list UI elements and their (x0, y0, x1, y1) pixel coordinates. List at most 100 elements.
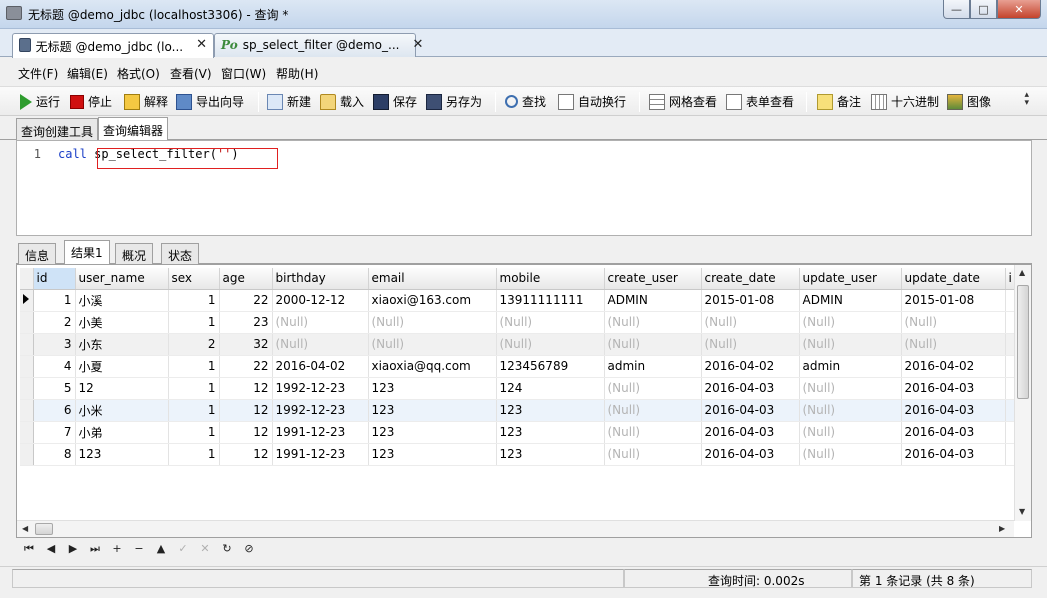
edit-record-button[interactable]: ▲ (154, 542, 168, 555)
cell-update-user[interactable]: (Null) (799, 421, 902, 444)
minimize-button[interactable]: — (943, 0, 970, 19)
cell-sex[interactable]: 1 (168, 377, 220, 400)
column-header-id[interactable]: id (33, 268, 76, 290)
column-header-user-name[interactable]: user_name (75, 268, 169, 290)
cell-create-date[interactable]: 2016-04-03 (701, 443, 800, 466)
cell-mobile[interactable]: (Null) (496, 311, 605, 334)
first-record-button[interactable]: ⏮ (22, 542, 36, 556)
cell-sex[interactable]: 2 (168, 333, 220, 356)
row-header[interactable] (20, 421, 34, 444)
cell-birthday[interactable]: (Null) (272, 311, 369, 334)
cell-update-date[interactable]: 2016-04-03 (901, 399, 1006, 422)
cell-update-user[interactable]: (Null) (799, 443, 902, 466)
cell-create-user[interactable]: (Null) (604, 421, 702, 444)
cell-update-date[interactable]: 2016-04-03 (901, 421, 1006, 444)
sql-editor[interactable]: 1 call sp_select_filter('') (16, 140, 1032, 236)
save-as-button[interactable]: 另存为 (426, 93, 482, 110)
cell-update-user[interactable]: (Null) (799, 399, 902, 422)
table-row[interactable]: 2 小美 1 23 (Null) (Null) (Null) (Null) (Null) (Nul… (20, 311, 1018, 334)
row-header[interactable] (20, 311, 34, 334)
cell-update-date[interactable]: 2016-04-03 (901, 377, 1006, 400)
form-view-button[interactable]: 表单查看 (726, 93, 794, 110)
run-button[interactable]: 运行 (20, 93, 60, 110)
cell-create-date[interactable]: (Null) (701, 311, 800, 334)
toolbar-overflow-button[interactable]: ▴ ▾ (1024, 91, 1029, 108)
cell-sex[interactable]: 1 (168, 421, 220, 444)
cell-update-date[interactable]: (Null) (901, 311, 1006, 334)
cell-email[interactable]: xiaoxi@163.com (368, 289, 497, 312)
column-header-email[interactable]: email (368, 268, 497, 290)
row-header[interactable] (20, 355, 34, 378)
hex-button[interactable]: 十六进制 (871, 93, 939, 110)
close-tab-icon[interactable]: ✕ (196, 38, 207, 52)
cell-user-name[interactable]: 小夏 (75, 355, 169, 378)
export-wizard-button[interactable]: 导出向导 (176, 93, 244, 110)
close-button[interactable]: ✕ (997, 0, 1041, 19)
column-header-create-date[interactable]: create_date (701, 268, 800, 290)
cell-id[interactable]: 3 (33, 333, 76, 356)
vertical-scrollbar[interactable]: ▲ ▼ (1014, 265, 1031, 521)
cell-id[interactable]: 1 (33, 289, 76, 312)
image-button[interactable]: 图像 (947, 93, 991, 110)
explain-button[interactable]: 解释 (124, 93, 168, 110)
cell-create-user[interactable]: admin (604, 355, 702, 378)
tab-query-builder[interactable]: 查询创建工具 (16, 118, 99, 140)
row-header[interactable] (20, 333, 34, 356)
last-record-button[interactable]: ⏭ (88, 542, 102, 556)
tab-query-editor[interactable]: 查询编辑器 (98, 117, 169, 140)
column-header-mobile[interactable]: mobile (496, 268, 605, 290)
cell-create-date[interactable]: 2016-04-03 (701, 399, 800, 422)
row-header[interactable] (20, 399, 34, 422)
cell-age[interactable]: 12 (219, 399, 273, 422)
cell-birthday[interactable]: 1992-12-23 (272, 399, 369, 422)
next-record-button[interactable]: ▶ (66, 542, 80, 555)
cell-user-name[interactable]: 小米 (75, 399, 169, 422)
cell-id[interactable]: 8 (33, 443, 76, 466)
cell-email[interactable]: 123 (368, 399, 497, 422)
cell-user-name[interactable]: 小溪 (75, 289, 169, 312)
cell-mobile[interactable]: (Null) (496, 333, 605, 356)
column-header-update-date[interactable]: update_date (901, 268, 1006, 290)
cell-create-date[interactable]: 2016-04-03 (701, 377, 800, 400)
cell-sex[interactable]: 1 (168, 443, 220, 466)
tab-info[interactable]: 信息 (18, 243, 57, 264)
cell-birthday[interactable]: 1991-12-23 (272, 443, 369, 466)
cell-user-name[interactable]: 12 (75, 377, 169, 400)
cell-sex[interactable]: 1 (168, 399, 220, 422)
column-header-birthday[interactable]: birthday (272, 268, 369, 290)
cell-id[interactable]: 7 (33, 421, 76, 444)
cell-user-name[interactable]: 小弟 (75, 421, 169, 444)
table-row[interactable]: 6 小米 1 12 1992-12-23 123 123 (Null) 2016-04-03 (N… (20, 399, 1018, 422)
cell-id[interactable]: 4 (33, 355, 76, 378)
apply-changes-button[interactable]: ✓ (176, 542, 190, 555)
find-button[interactable]: 查找 (505, 93, 546, 110)
row-header[interactable] (20, 443, 34, 466)
menu-file[interactable]: 文件(F) (18, 65, 58, 82)
cell-sex[interactable]: 1 (168, 355, 220, 378)
cell-birthday[interactable]: 1991-12-23 (272, 421, 369, 444)
row-header[interactable] (20, 377, 34, 400)
column-header-create-user[interactable]: create_user (604, 268, 702, 290)
tab-profile[interactable]: 概况 (115, 243, 154, 264)
menu-window[interactable]: 窗口(W) (221, 65, 266, 82)
cell-mobile[interactable]: 13911111111 (496, 289, 605, 312)
cell-create-user[interactable]: (Null) (604, 443, 702, 466)
table-row[interactable]: 7 小弟 1 12 1991-12-23 123 123 (Null) 2016-04-03 (N… (20, 421, 1018, 444)
cell-update-user[interactable]: (Null) (799, 377, 902, 400)
row-header[interactable] (20, 289, 34, 312)
cell-id[interactable]: 5 (33, 377, 76, 400)
cell-mobile[interactable]: 123 (496, 443, 605, 466)
menu-edit[interactable]: 编辑(E) (67, 65, 108, 82)
cell-update-user[interactable]: admin (799, 355, 902, 378)
stop-button[interactable]: 停止 (70, 93, 112, 110)
vertical-scroll-thumb[interactable] (1017, 285, 1029, 399)
cell-sex[interactable]: 1 (168, 289, 220, 312)
scroll-down-icon[interactable]: ▼ (1019, 507, 1025, 516)
cell-update-date[interactable]: 2015-01-08 (901, 289, 1006, 312)
result-grid[interactable]: id user_name sex age birthday email mobi… (16, 264, 1032, 538)
load-button[interactable]: 载入 (320, 93, 364, 110)
cell-age[interactable]: 12 (219, 421, 273, 444)
close-tab-icon[interactable]: ✕ (412, 38, 423, 52)
cell-email[interactable]: 123 (368, 421, 497, 444)
cell-create-user[interactable]: (Null) (604, 399, 702, 422)
